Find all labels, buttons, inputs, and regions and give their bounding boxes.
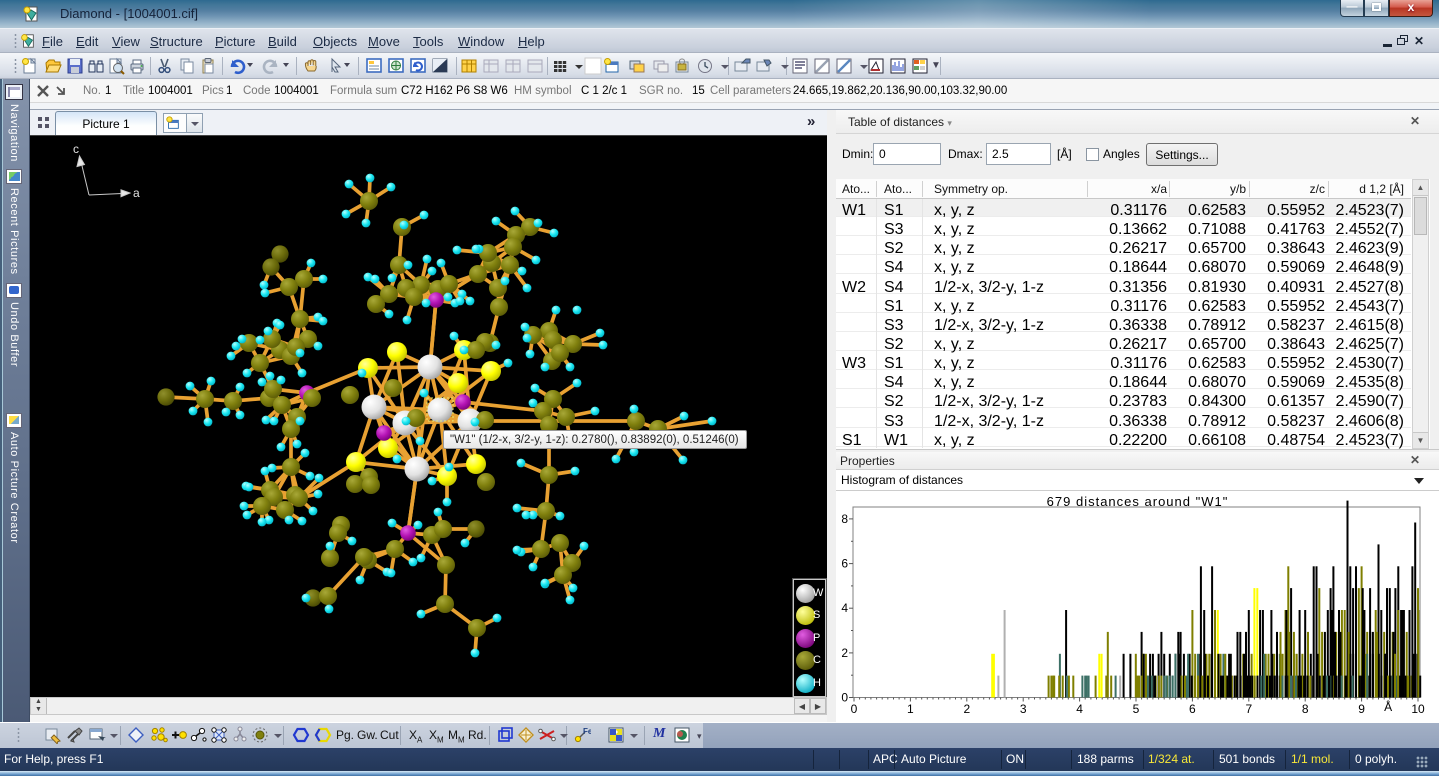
svg-text:0: 0 — [841, 691, 848, 705]
svg-text:2: 2 — [963, 702, 970, 716]
svg-text:0: 0 — [851, 702, 858, 716]
svg-text:4: 4 — [841, 601, 848, 615]
svg-text:3: 3 — [1020, 702, 1027, 716]
svg-text:7: 7 — [1245, 702, 1252, 716]
svg-text:8: 8 — [841, 512, 848, 526]
svg-text:4: 4 — [1076, 702, 1083, 716]
svg-text:c: c — [73, 142, 79, 156]
svg-text:Fe: Fe — [583, 727, 591, 736]
svg-text:5: 5 — [1133, 702, 1140, 716]
svg-text:1: 1 — [907, 702, 914, 716]
svg-text:10: 10 — [1411, 702, 1425, 716]
svg-text:6: 6 — [1189, 702, 1196, 716]
svg-text:2: 2 — [841, 646, 848, 660]
svg-text:8: 8 — [1302, 702, 1309, 716]
svg-text:Å: Å — [1384, 699, 1392, 714]
svg-text:6: 6 — [841, 557, 848, 571]
svg-text:a: a — [133, 186, 140, 200]
svg-text:9: 9 — [1358, 702, 1365, 716]
